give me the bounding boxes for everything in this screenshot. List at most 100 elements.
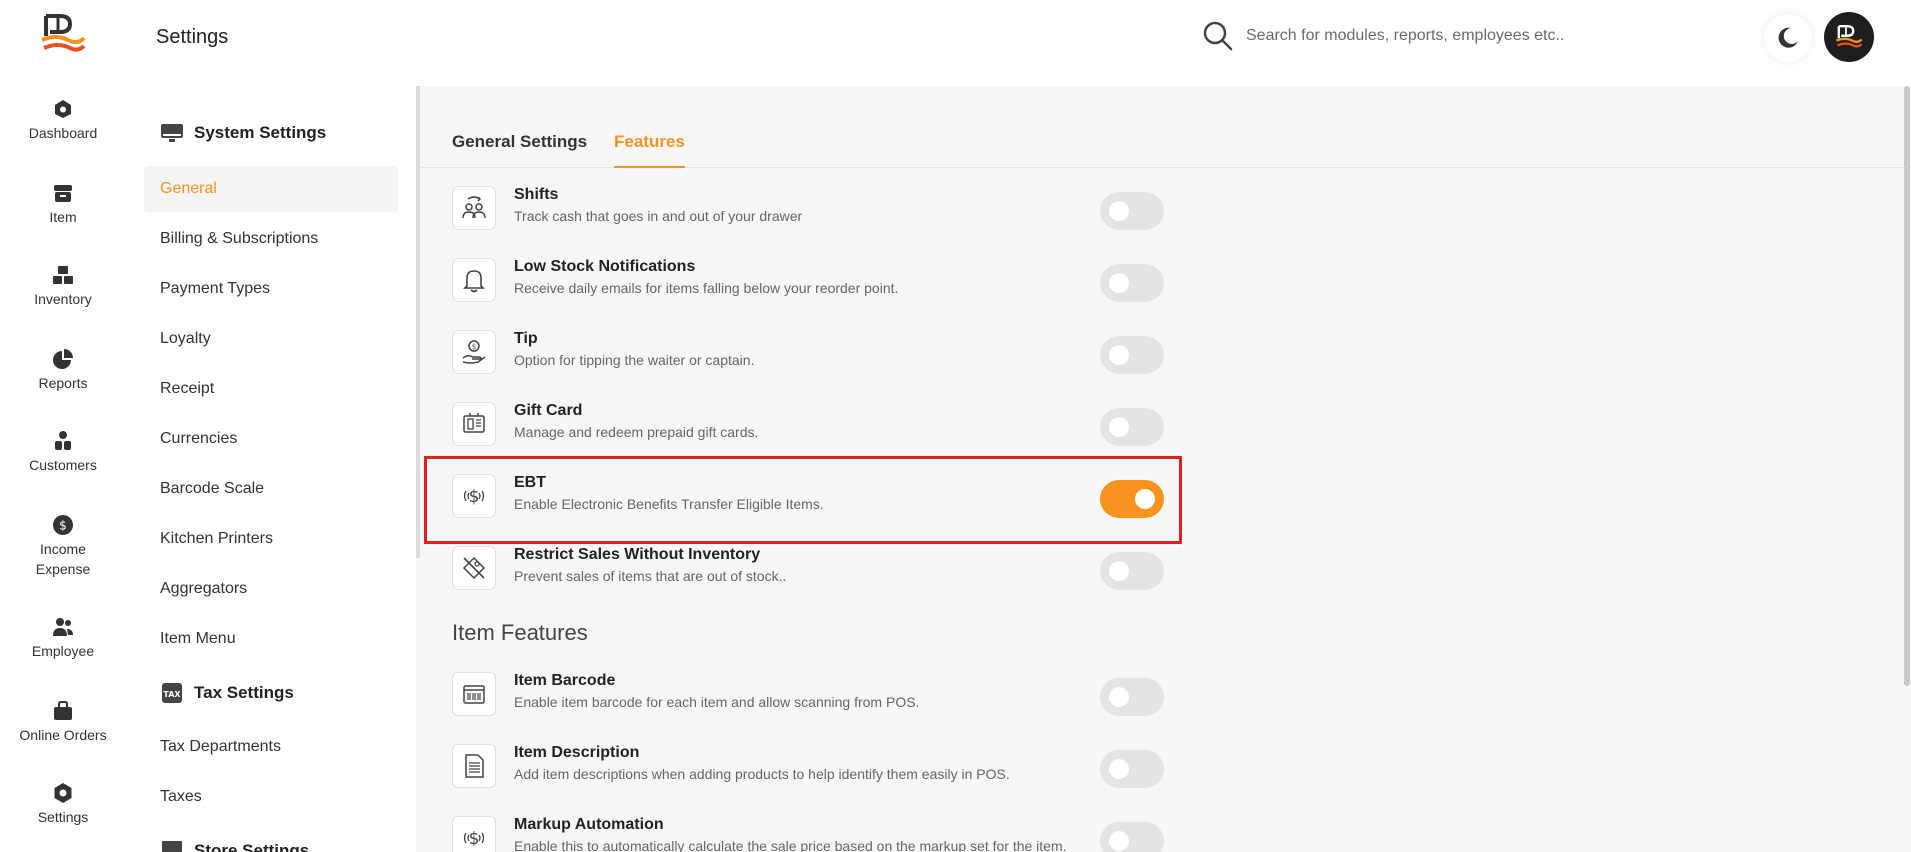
feature-row-markup-automation: $ Markup Automation Enable this to autom… [452,812,1182,852]
feature-title: Tip [514,330,538,347]
shifts-toggle[interactable] [1100,192,1164,230]
feature-row-gift-card: Gift Card Manage and redeem prepaid gift… [452,398,1182,458]
gift-card-icon [452,402,496,446]
store-settings-heading: Store Settings [160,840,309,852]
feature-description: Track cash that goes in and out of your … [514,208,803,224]
rail-item-inventory[interactable]: Inventory [0,264,126,309]
customers-icon [55,431,71,450]
markup-automation-toggle[interactable] [1100,822,1164,852]
menu-item-payment-types[interactable]: Payment Types [144,266,398,312]
rail-item-label: Reports [38,375,88,391]
menu-item-barcode-scale[interactable]: Barcode Scale [144,466,398,512]
item-description-toggle[interactable] [1100,750,1164,788]
tab-general-settings[interactable]: General Settings [452,132,587,168]
feature-row-item-barcode: Item Barcode Enable item barcode for eac… [452,668,1182,728]
low-stock-toggle[interactable] [1100,264,1164,302]
svg-text:$: $ [59,519,67,533]
menu-item-general[interactable]: General [144,166,398,212]
item-icon [54,185,72,202]
system-settings-heading: System Settings [160,122,326,144]
online-orders-icon [54,701,72,720]
menu-item-receipt[interactable]: Receipt [144,366,398,412]
brand-logo-icon[interactable] [38,12,88,56]
rail-item-label: Customers [29,457,97,473]
toggle-knob [1109,759,1129,779]
rail-item-settings[interactable]: Settings [0,782,126,827]
svg-text:TAX: TAX [163,690,181,699]
toggle-knob [1109,201,1129,221]
ebt-toggle[interactable] [1100,480,1164,518]
rail-item-customers[interactable]: Customers [0,430,126,475]
rail-item-label: Item [49,209,77,225]
moon-icon [1778,27,1798,48]
rail-item-label: Inventory [34,291,92,307]
feature-title: Gift Card [514,402,583,419]
search-input[interactable] [1246,20,1576,52]
rail-item-dashboard[interactable]: Dashboard [0,98,126,143]
rail-item-reports[interactable]: Reports [0,348,126,393]
feature-description: Manage and redeem prepaid gift cards. [514,424,759,440]
rail-item-employee[interactable]: Employee [0,616,126,661]
feature-row-restrict-sales: Restrict Sales Without Inventory Prevent… [452,542,1182,602]
page-title: Settings [156,26,229,48]
dashboard-icon [55,100,71,118]
menu-item-billing[interactable]: Billing & Subscriptions [144,216,398,262]
toggle-knob [1109,345,1129,365]
feature-description: Prevent sales of items that are out of s… [514,568,787,584]
menu-item-currencies[interactable]: Currencies [144,416,398,462]
rail-item-label-line2: Expense [35,561,91,577]
feature-description: Option for tipping the waiter or captain… [514,352,755,368]
toggle-knob [1109,831,1129,851]
feature-row-shifts: Shifts Track cash that goes in and out o… [452,182,1182,242]
feature-row-tip: $ Tip Option for tipping the waiter or c… [452,326,1182,386]
shifts-icon [452,186,496,230]
avatar[interactable] [1824,12,1874,62]
feature-description: Enable item barcode for each item and al… [514,694,920,710]
toggle-knob [1109,561,1129,581]
markup-icon: $ [452,816,496,852]
feature-title: Item Barcode [514,672,616,689]
rail-item-label: Settings [37,809,89,825]
menu-item-item-menu[interactable]: Item Menu [144,616,398,662]
nav-rail: Dashboard Item Inventory Reports Custome… [0,0,126,852]
reports-icon [53,349,73,369]
barcode-icon [452,672,496,716]
tax-settings-label: Tax Settings [194,683,294,702]
search-icon[interactable] [1202,20,1234,52]
rail-item-online-orders[interactable]: Online Orders [0,700,126,745]
toggle-knob [1109,687,1129,707]
rail-item-label: Employee [31,643,95,659]
feature-description: Enable Electronic Benefits Transfer Elig… [514,496,824,512]
rail-item-item[interactable]: Item [0,182,126,227]
tab-features[interactable]: Features [614,132,685,168]
page-scrollbar[interactable] [1904,86,1910,686]
item-barcode-toggle[interactable] [1100,678,1164,716]
monitor-icon [161,124,183,142]
toggle-knob [1109,273,1129,293]
tip-icon: $ [452,330,496,374]
system-settings-label: System Settings [194,123,327,142]
feature-title: Restrict Sales Without Inventory [514,546,761,563]
feature-title: EBT [514,474,546,491]
feature-title: Low Stock Notifications [514,258,696,275]
menu-item-taxes[interactable]: Taxes [144,774,398,820]
tip-toggle[interactable] [1100,336,1164,374]
rail-item-income-expense[interactable]: $ Income Expense [0,514,126,579]
restrict-icon [452,546,496,590]
menu-item-tax-departments[interactable]: Tax Departments [144,724,398,770]
svg-text:$: $ [472,343,476,351]
income-expense-icon: $ [53,515,73,535]
feature-row-ebt: $ EBT Enable Electronic Benefits Transfe… [452,470,1182,530]
svg-text:$: $ [469,829,480,849]
feature-title: Markup Automation [514,816,664,833]
restrict-sales-toggle[interactable] [1100,552,1164,590]
store-settings-label: Store Settings [194,841,310,852]
item-features-heading: Item Features [452,620,588,645]
menu-item-loyalty[interactable]: Loyalty [144,316,398,362]
toggle-knob [1135,489,1155,509]
menu-item-aggregators[interactable]: Aggregators [144,566,398,612]
menu-item-kitchen-printers[interactable]: Kitchen Printers [144,516,398,562]
gift-card-toggle[interactable] [1100,408,1164,446]
theme-toggle-button[interactable] [1764,14,1812,62]
feature-title: Item Description [514,744,640,761]
